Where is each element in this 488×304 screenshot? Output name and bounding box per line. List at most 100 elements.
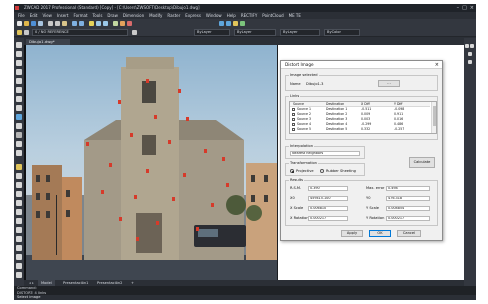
menu-raster[interactable]: Raster [167,12,180,19]
panel-close-icon[interactable] [470,44,474,48]
new-file-icon[interactable] [17,21,22,26]
zoom-icon[interactable] [96,21,101,26]
make-current-icon[interactable] [132,30,137,35]
scale-icon[interactable] [16,227,22,233]
pan-icon[interactable] [89,21,94,26]
list-scrollbar[interactable] [431,102,436,133]
menu-file[interactable]: File [18,12,25,19]
menu-tools[interactable]: Tools [93,12,103,19]
control-point-marker[interactable] [226,183,229,187]
rubber-sheeting-radio[interactable] [320,169,324,173]
menu-modify[interactable]: Modify [149,12,162,19]
insert-block-icon[interactable] [16,114,22,120]
links-list[interactable]: Source Destination X Diff Y Diff Source … [289,101,437,134]
copy-object-icon[interactable] [16,173,22,179]
control-point-marker[interactable] [196,227,199,231]
menu-insert[interactable]: Insert [57,12,68,19]
cancel-button[interactable]: Cancel [397,230,421,237]
menu-edit[interactable]: Edit [30,12,38,19]
redo-icon[interactable] [79,21,84,26]
copy-icon[interactable] [55,21,60,26]
link-checkbox[interactable] [292,128,295,131]
link-checkbox[interactable] [292,113,295,116]
ok-button[interactable]: OK [369,230,391,237]
ellipse-icon[interactable] [16,105,22,111]
interpolation-select[interactable]: Nearest neighbors [290,151,360,156]
panel-pin-icon[interactable] [465,44,469,48]
fillet-icon[interactable] [16,263,22,269]
menu-help[interactable]: Help [227,12,236,19]
print-icon[interactable] [38,21,43,26]
link-checkbox[interactable] [292,118,295,121]
raster-tool-icon[interactable] [226,21,231,26]
control-point-marker[interactable] [186,117,189,121]
link-checkbox[interactable] [292,108,295,111]
move-icon[interactable] [16,209,22,215]
mirror-icon[interactable] [16,182,22,188]
offset-icon[interactable] [16,191,22,197]
control-point-marker[interactable] [130,133,133,137]
link-row[interactable]: Source 5 Destination 5 0.332 -0.257 [290,127,430,132]
trim-icon[interactable] [16,245,22,251]
control-point-marker[interactable] [136,237,139,241]
lineweight-combo[interactable]: ByLayer [280,29,320,36]
open-folder-icon[interactable] [24,21,29,26]
line-icon[interactable] [16,42,22,48]
save-icon[interactable] [31,21,36,26]
control-point-marker[interactable] [172,197,175,201]
raster-tool-icon[interactable] [233,21,238,26]
extend-icon[interactable] [16,254,22,260]
undo-icon[interactable] [72,21,77,26]
explode-icon[interactable] [16,272,22,278]
apply-button[interactable]: Apply [341,230,363,237]
maximize-icon[interactable]: □ [462,4,467,12]
control-point-marker[interactable] [146,169,149,173]
control-point-marker[interactable] [183,173,186,177]
close-icon[interactable]: × [435,61,439,69]
raster-photo[interactable] [26,45,278,280]
circle-icon[interactable] [16,60,22,66]
properties-icon[interactable] [113,21,118,26]
linetype-combo[interactable]: ByLayer [234,29,276,36]
menu-view[interactable]: View [42,12,52,19]
paste-icon[interactable] [62,21,67,26]
menu-format[interactable]: Format [73,12,87,19]
control-point-marker[interactable] [204,149,207,153]
close-icon[interactable]: × [470,4,474,12]
link-checkbox[interactable] [292,123,295,126]
menu-express[interactable]: Express [185,12,201,19]
layers-panel-icon[interactable] [468,60,472,64]
region-icon[interactable] [16,141,22,147]
menu-pointcloud[interactable]: PointCloud [262,12,283,19]
control-point-marker[interactable] [168,140,171,144]
control-point-marker[interactable] [211,203,214,207]
rotate-icon[interactable] [16,218,22,224]
hatch-icon[interactable] [16,132,22,138]
menu-rectify[interactable]: RECTIFY [241,12,257,19]
layer-manager-icon[interactable] [17,30,22,35]
text-icon[interactable] [16,150,22,156]
design-center-icon[interactable] [120,21,125,26]
stretch-icon[interactable] [16,236,22,242]
control-point-marker[interactable] [118,100,121,104]
polyline-icon[interactable] [16,51,22,57]
raster-tool-icon[interactable] [240,21,245,26]
point-icon[interactable] [16,123,22,129]
select-image-button[interactable]: ... [378,80,400,87]
plot-style-combo[interactable]: ByColor [324,29,360,36]
calculate-button[interactable]: Calculate [409,157,435,168]
properties-panel-icon[interactable] [468,52,472,56]
layer-state-icon[interactable] [24,30,29,35]
command-prompt-bar[interactable]: Select image [14,295,476,300]
polygon-icon[interactable] [16,87,22,93]
layer-combo[interactable]: 0 / NO REFERENCE [32,29,128,36]
control-point-marker[interactable] [154,115,157,119]
control-point-marker[interactable] [156,221,159,225]
minimize-icon[interactable]: – [457,4,460,12]
control-point-marker[interactable] [222,157,225,161]
control-point-marker[interactable] [119,217,122,221]
projective-radio[interactable] [290,169,294,173]
erase-icon[interactable] [16,164,22,170]
spline-icon[interactable] [16,96,22,102]
menu-window[interactable]: Window [206,12,222,19]
